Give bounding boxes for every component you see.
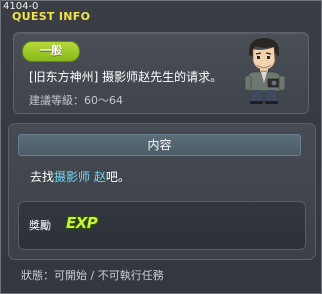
content-text-prefix: 去找 xyxy=(30,170,55,184)
reward-panel xyxy=(18,201,306,250)
content-description: 去找摄影师 赵吧。 xyxy=(30,168,130,185)
required-level: 建議等級：60～64 xyxy=(29,94,123,107)
window-title: QUEST INFO xyxy=(12,10,91,23)
quest-category-badge: 一般 xyxy=(22,41,80,62)
exp-reward-icon[interactable]: EXP xyxy=(66,215,98,231)
npc-photographer-icon xyxy=(244,38,286,104)
npc-portrait xyxy=(239,35,289,105)
reward-label: 獎勵 xyxy=(29,219,51,232)
quest-status: 狀態：可開始 / 不可執行任務 xyxy=(21,269,164,282)
quest-info-window: 4104-0 QUEST INFO 一般 [旧东方神州] 摄影师赵先生的请求。 … xyxy=(0,0,322,294)
quest-name: [旧东方神州] 摄影师赵先生的请求。 xyxy=(29,70,223,84)
content-section-header: 内容 xyxy=(18,134,301,156)
content-text-suffix: 吧。 xyxy=(105,170,130,184)
npc-name-link[interactable]: 摄影师 赵 xyxy=(54,170,106,184)
